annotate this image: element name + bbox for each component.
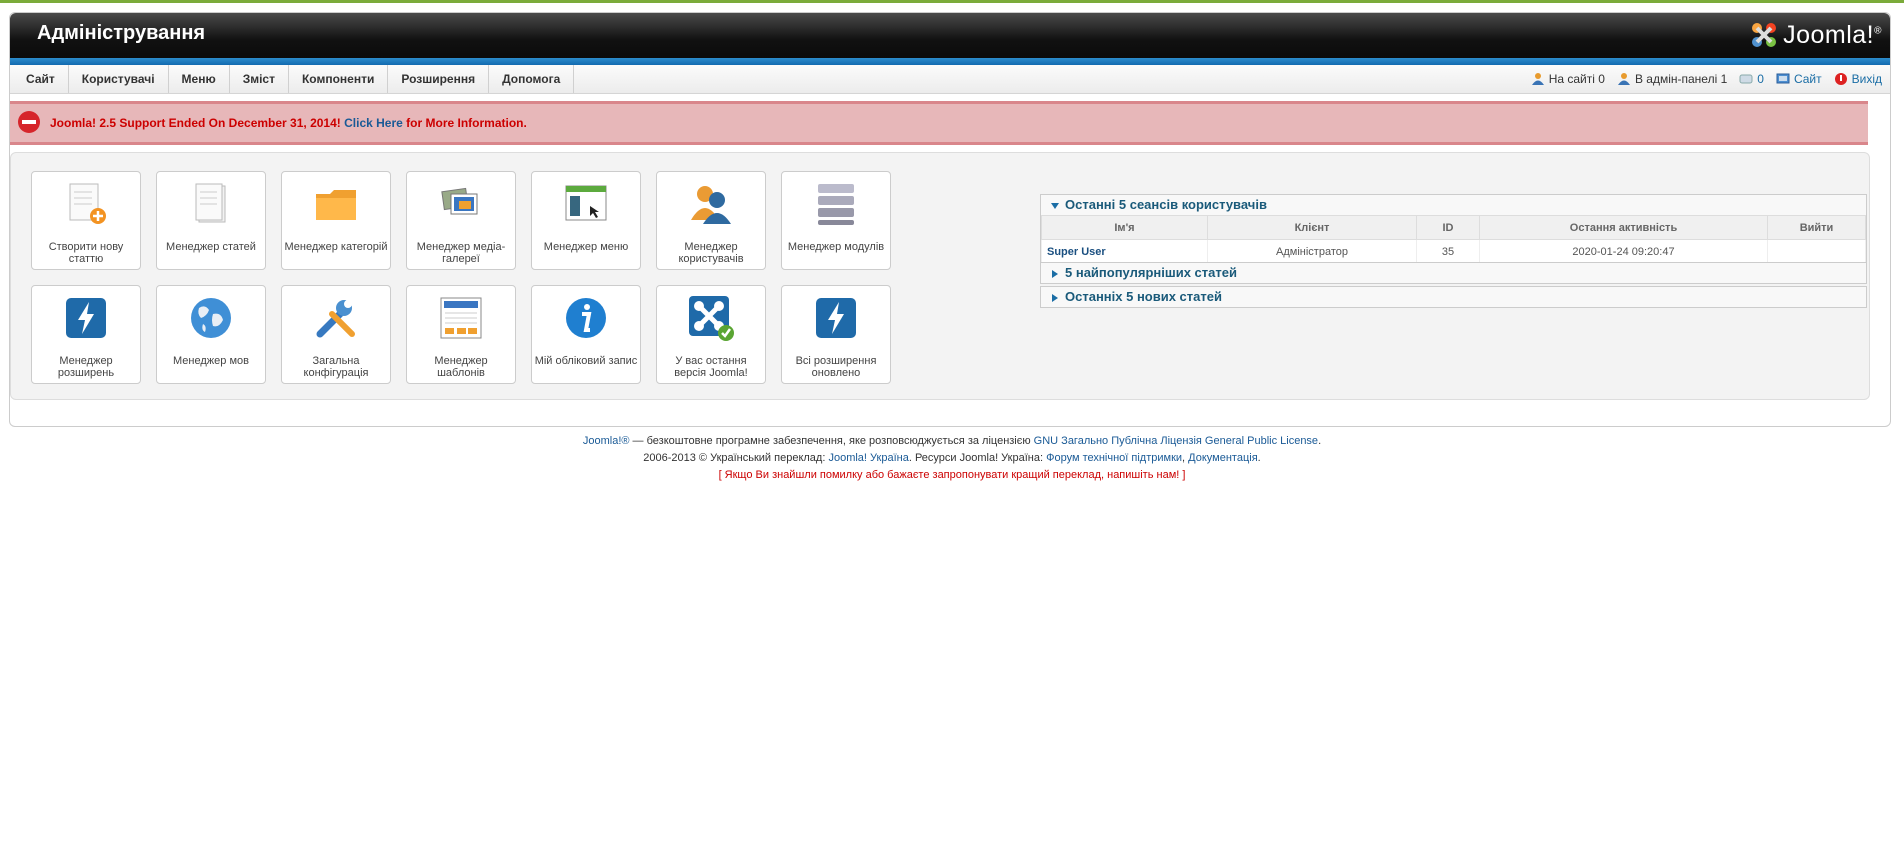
footer-license-line: Joomla!® — безкоштовне програмне забезпе… — [582, 435, 1322, 447]
latest-articles-header[interactable]: Останніх 5 нових статей — [1041, 287, 1866, 307]
page-title: Адміністрування — [37, 22, 206, 44]
joomla-ukraine-link[interactable]: Joomla! Україна — [828, 452, 908, 464]
gpl-link[interactable]: GNU Загально Публічна Ліцензія General P… — [1034, 435, 1318, 447]
header-stripe — [10, 58, 1890, 65]
header-bar: Адміністрування Joomla!® — [10, 13, 1890, 58]
extension-manager-button[interactable]: Менеджер розширень — [31, 285, 141, 384]
session-client: Адміністратор — [1207, 239, 1417, 264]
alert-message: Joomla! 2.5 Support Ended On December 31… — [50, 116, 527, 130]
session-logout[interactable] — [1767, 239, 1866, 264]
logout-icon — [1834, 73, 1847, 85]
session-user-link[interactable]: Super User — [1041, 239, 1208, 264]
support-ended-alert: Joomla! 2.5 Support Ended On December 31… — [10, 101, 1868, 145]
documentation-link[interactable]: Документація — [1188, 452, 1258, 464]
menu-help[interactable]: Допомога — [489, 65, 575, 93]
sessions-panel-header[interactable]: Останні 5 сеансів користувачів — [1041, 195, 1866, 215]
menu-menus[interactable]: Меню — [169, 65, 230, 93]
folder-icon — [316, 190, 356, 220]
menu-manager-button[interactable]: Менеджер меню — [531, 171, 641, 270]
col-id: ID — [1416, 215, 1480, 240]
error-icon — [18, 111, 40, 133]
extension-icon — [66, 298, 106, 338]
modules-icon — [818, 184, 854, 225]
session-id: 35 — [1416, 239, 1480, 264]
view-site-link[interactable]: Сайт — [1776, 72, 1822, 86]
global-config-button[interactable]: Загальна конфігурація — [281, 285, 391, 384]
messages-link[interactable]: 0 — [1739, 72, 1764, 86]
footer-feedback-link[interactable]: [ Якщо Ви знайшли помилку або бажаєте за… — [0, 467, 1904, 484]
joomla-logo: Joomla!® — [1749, 17, 1882, 53]
globe-icon — [191, 298, 231, 338]
joomla-link[interactable]: Joomla!® — [583, 435, 630, 447]
popular-articles-panel: 5 найпопулярніших статей — [1040, 262, 1867, 284]
triangle-right-icon — [1052, 294, 1058, 302]
add-article-icon — [69, 183, 106, 224]
table-row: Super User Адміністратор 35 2020-01-24 0… — [1041, 239, 1866, 264]
users-on-site: На сайті 0 — [1531, 72, 1605, 86]
media-manager-button[interactable]: Менеджер медіа-галереї — [406, 171, 516, 270]
joomla-logo-icon — [1752, 23, 1777, 47]
users-in-admin: В адмін-панелі 1 — [1617, 72, 1727, 86]
module-manager-button[interactable]: Менеджер модулів — [781, 171, 891, 270]
footer-translation-line: 2006-2013 © Український переклад: Joomla… — [643, 452, 1261, 464]
info-icon — [566, 298, 606, 338]
col-last-activity: Остання активність — [1479, 215, 1768, 240]
user-icon — [1531, 73, 1544, 85]
session-last-activity: 2020-01-24 09:20:47 — [1479, 239, 1768, 264]
user-manager-button[interactable]: Менеджер користувачів — [656, 171, 766, 270]
messages-icon — [1739, 74, 1753, 84]
triangle-right-icon — [1052, 270, 1058, 278]
top-accent-line — [0, 0, 1904, 3]
triangle-down-icon — [1051, 203, 1059, 209]
sessions-panel: Останні 5 сеансів користувачів Ім'я Кліє… — [1040, 194, 1867, 265]
col-client: Клієнт — [1207, 215, 1417, 240]
menu-icon — [565, 185, 607, 221]
user-icon — [1617, 73, 1630, 85]
media-icon — [441, 187, 478, 215]
add-article-button[interactable]: Створити нову статтю — [31, 171, 141, 270]
joomla-update-icon — [689, 296, 734, 341]
tools-icon — [316, 300, 355, 338]
footer: Joomla!® — безкоштовне програмне забезпе… — [0, 433, 1904, 484]
support-forum-link[interactable]: Форум технічної підтримки — [1046, 452, 1182, 464]
main-menu: Сайт Користувачі Меню Зміст Компоненти Р… — [13, 65, 575, 93]
main-menu-bar: Сайт Користувачі Меню Зміст Компоненти Р… — [10, 65, 1890, 94]
joomla-update-button[interactable]: У вас остання версія Joomla! — [656, 285, 766, 384]
users-icon — [691, 186, 731, 224]
col-logout: Вийти — [1767, 215, 1866, 240]
menu-users[interactable]: Користувачі — [69, 65, 169, 93]
menu-site[interactable]: Сайт — [13, 65, 69, 93]
menu-content[interactable]: Зміст — [230, 65, 289, 93]
my-profile-button[interactable]: Мій обліковий запис — [531, 285, 641, 384]
template-icon — [440, 297, 482, 339]
menu-components[interactable]: Компоненти — [289, 65, 389, 93]
category-manager-button[interactable]: Менеджер категорій — [281, 171, 391, 270]
language-manager-button[interactable]: Менеджер мов — [156, 285, 266, 384]
article-icon — [195, 183, 226, 223]
menu-extensions[interactable]: Розширення — [388, 65, 490, 93]
extension-update-button[interactable]: Всі розширення оновлено — [781, 285, 891, 384]
popular-articles-header[interactable]: 5 найпопулярніших статей — [1041, 263, 1866, 283]
col-name: Ім'я — [1041, 215, 1208, 240]
logout-link[interactable]: Вихід — [1834, 72, 1882, 86]
latest-articles-panel: Останніх 5 нових статей — [1040, 286, 1867, 308]
template-manager-button[interactable]: Менеджер шаблонів — [406, 285, 516, 384]
monitor-icon — [1776, 73, 1790, 84]
status-bar: На сайті 0 В адмін-панелі 1 0 Сайт Вихід — [1519, 65, 1882, 93]
click-here-link[interactable]: Click Here — [344, 116, 403, 130]
sessions-table: Ім'я Клієнт ID Остання активність Вийти … — [1041, 215, 1866, 264]
article-manager-button[interactable]: Менеджер статей — [156, 171, 266, 270]
extension-update-icon — [816, 298, 856, 338]
